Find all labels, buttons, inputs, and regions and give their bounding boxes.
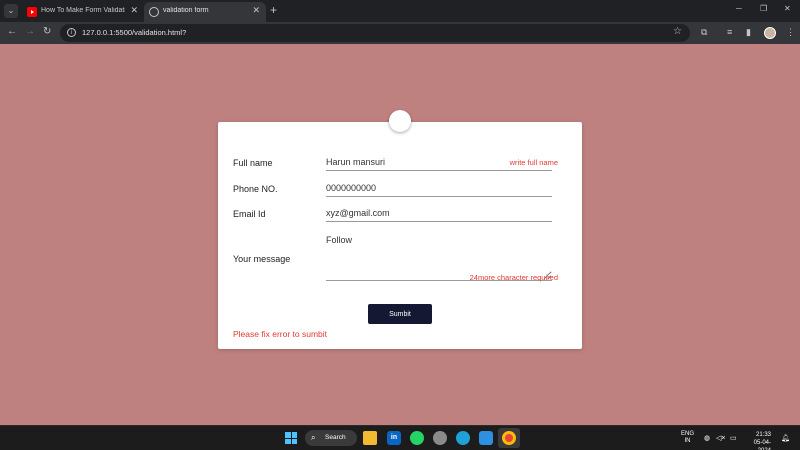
site-info-icon[interactable]: i <box>67 28 76 37</box>
tab-title: validation form <box>163 7 209 14</box>
edge-browser-icon[interactable] <box>456 431 470 445</box>
reload-icon[interactable]: ↻ <box>43 26 51 37</box>
language-code: ENG <box>681 431 695 437</box>
side-panel-icon[interactable]: ▮ <box>746 27 751 38</box>
vscode-icon[interactable] <box>479 431 493 445</box>
message-error: 24more character required <box>469 273 558 282</box>
close-window-icon[interactable]: ✕ <box>784 4 791 13</box>
back-icon[interactable]: ← <box>7 26 17 37</box>
new-tab-icon[interactable]: + <box>270 3 277 17</box>
taskbar: ⌕ Search in ENG IN ◍ ◁× ▭ 21:33 05-04-20… <box>0 425 800 450</box>
message-label: Your message <box>233 254 291 264</box>
email-label: Email Id <box>233 209 266 219</box>
form-error-message: Please fix error to sumbit <box>233 329 328 339</box>
windows-start-icon[interactable] <box>285 432 297 444</box>
minimize-icon[interactable]: ─ <box>736 4 742 13</box>
close-tab-icon[interactable]: ✕ <box>130 5 138 16</box>
network-globe-icon[interactable]: ◍ <box>704 434 710 442</box>
forward-icon[interactable]: → <box>25 26 35 37</box>
extensions-icon[interactable]: ⧉ <box>701 27 707 38</box>
file-explorer-icon[interactable] <box>363 431 377 445</box>
taskbar-search[interactable]: ⌕ Search <box>305 430 357 446</box>
time-text: 21:33 <box>755 432 771 438</box>
settings-gear-icon[interactable] <box>433 431 447 445</box>
globe-icon <box>149 7 159 17</box>
restore-icon[interactable]: ❐ <box>760 4 767 13</box>
search-icon: ⌕ <box>311 433 316 442</box>
submit-button[interactable]: Sumbit <box>368 304 432 324</box>
whatsapp-icon[interactable] <box>410 431 424 445</box>
reading-list-icon[interactable]: ≡ <box>727 27 732 37</box>
volume-muted-icon[interactable]: ◁× <box>716 434 725 442</box>
youtube-icon <box>27 7 37 17</box>
close-tab-icon[interactable]: ✕ <box>252 5 260 16</box>
email-input[interactable] <box>326 205 552 222</box>
avatar-circle <box>389 110 411 132</box>
notification-bell-icon[interactable]: 🔔︎ <box>781 434 790 442</box>
tab-search-button[interactable]: ⌄ <box>4 4 18 18</box>
region-code: IN <box>684 438 691 444</box>
battery-icon[interactable]: ▭ <box>730 434 737 442</box>
chrome-icon[interactable] <box>502 431 516 445</box>
clock[interactable]: 21:33 05-04-2024 <box>743 431 771 450</box>
tab-validation-form[interactable]: validation form ✕ <box>144 2 266 22</box>
tab-title: How To Make Form Validation U <box>41 7 125 14</box>
profile-avatar[interactable] <box>764 27 776 39</box>
language-indicator[interactable]: ENG IN <box>681 431 694 445</box>
tab-youtube[interactable]: How To Make Form Validation U ✕ <box>22 2 144 22</box>
date-text: 05-04-2024 <box>753 440 771 450</box>
bookmark-star-icon[interactable]: ☆ <box>673 26 682 37</box>
search-label: Search <box>325 434 346 441</box>
menu-icon[interactable]: ⋮ <box>786 27 795 38</box>
validation-form-card: Full name write full name Phone NO. Emai… <box>218 122 582 349</box>
url-text[interactable]: 127.0.0.1:5500/validation.html? <box>82 28 186 37</box>
address-bar[interactable]: i 127.0.0.1:5500/validation.html? ☆ <box>60 24 690 42</box>
full-name-error: write full name <box>509 158 558 167</box>
linkedin-icon[interactable]: in <box>387 431 401 445</box>
phone-label: Phone NO. <box>233 184 278 194</box>
phone-input[interactable] <box>326 180 552 197</box>
tab-strip: ⌄ How To Make Form Validation U ✕ valida… <box>0 0 800 22</box>
full-name-label: Full name <box>233 158 273 168</box>
browser-toolbar: ← → ↻ i 127.0.0.1:5500/validation.html? … <box>0 22 800 44</box>
